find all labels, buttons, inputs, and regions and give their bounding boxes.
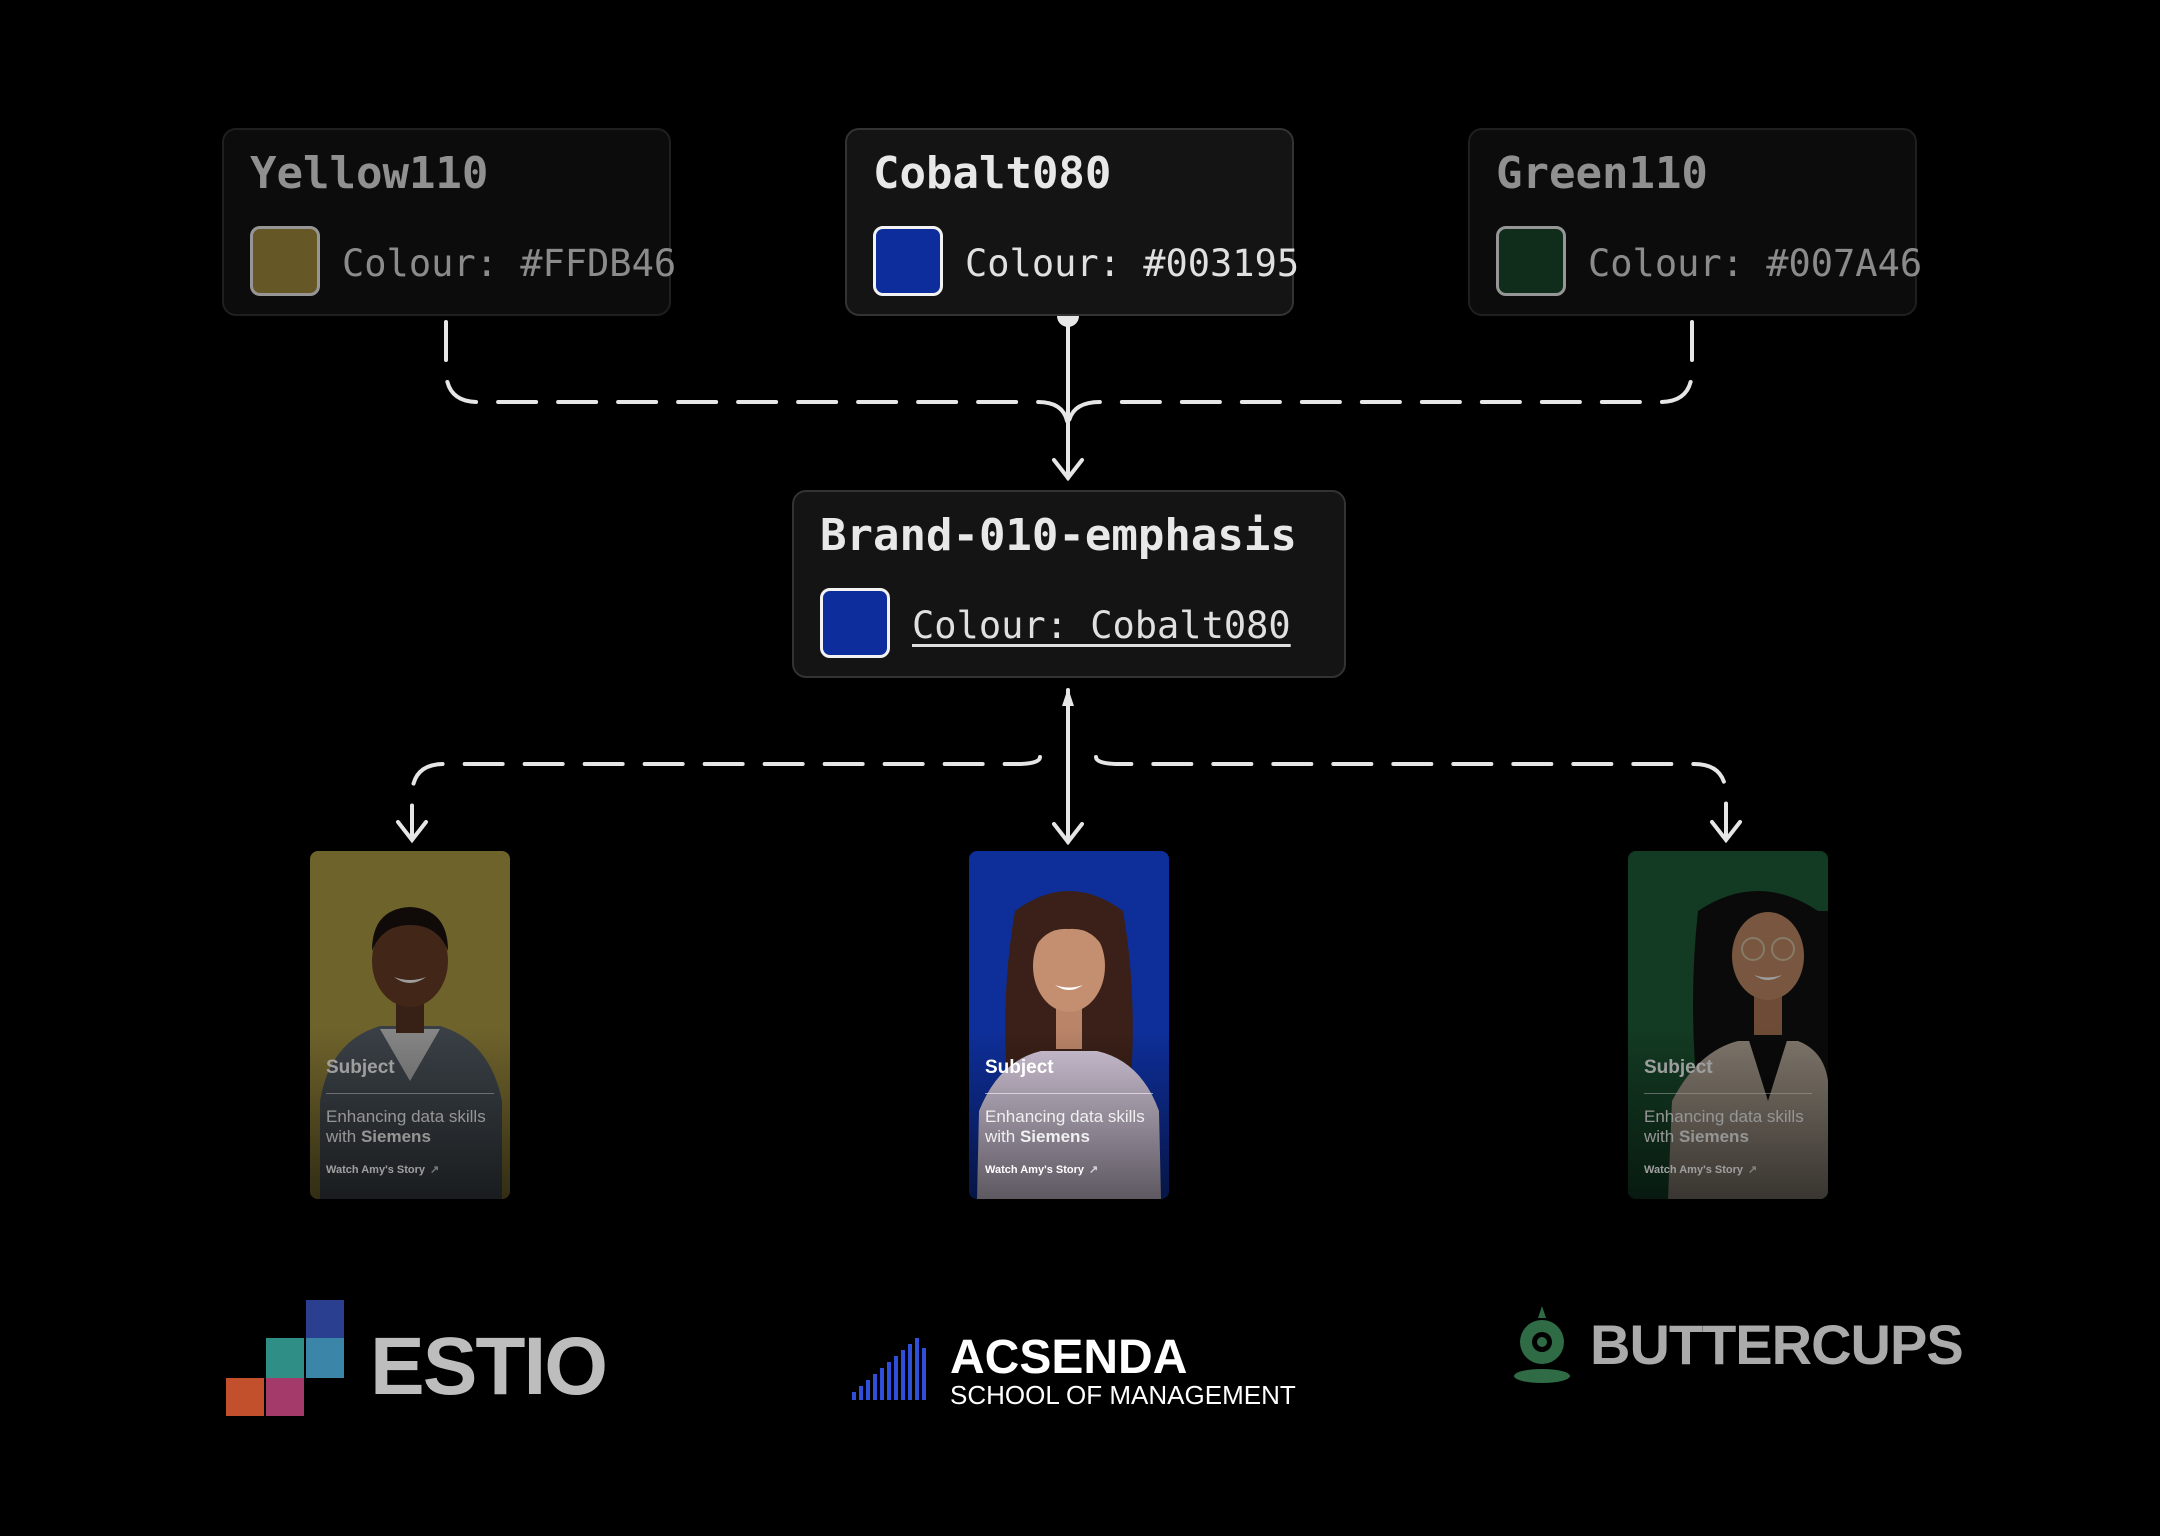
colour-value: Colour: #003195 [965, 242, 1300, 285]
card-subject: Subject [1644, 1057, 1713, 1078]
external-link-icon: ↗ [1089, 1164, 1099, 1176]
dashed-connector-left-card [410, 755, 1042, 840]
token-title: Brand-010-emphasis [820, 510, 1297, 561]
colour-swatch [1496, 226, 1566, 296]
estio-wordmark: ESTIO [370, 1321, 608, 1412]
token-card-green110[interactable]: Green110 Colour: #007A46 [1468, 128, 1922, 316]
token-card-yellow110[interactable]: Yellow110 Colour: #FFDB46 [222, 128, 676, 316]
acsenda-wordmark: ACSENDA [950, 1331, 1188, 1384]
card-divider [985, 1093, 1153, 1094]
colour-value: Colour: #FFDB46 [342, 242, 677, 285]
estio-logo: ESTIO [226, 1300, 608, 1420]
card-description: Enhancing data skills with Siemens [326, 1107, 486, 1146]
external-link-icon: ↗ [1748, 1164, 1758, 1176]
card-divider [1644, 1093, 1812, 1094]
token-title: Green110 [1496, 148, 1708, 199]
colour-swatch [873, 226, 943, 296]
card-divider [326, 1093, 494, 1094]
profile-card-green[interactable]: Subject Enhancing data skills with Sieme… [1628, 851, 1828, 1199]
acsenda-logo: ACSENDA SCHOOL OF MANAGEMENT [850, 1330, 1300, 1410]
connector-start-arrow [1062, 688, 1074, 706]
card-description: Enhancing data skills with Siemens [1644, 1107, 1804, 1146]
colour-value: Colour: #007A46 [1588, 242, 1923, 285]
profile-card-yellow[interactable]: Subject Enhancing data skills with Sieme… [310, 851, 510, 1199]
card-description: Enhancing data skills with Siemens [985, 1107, 1145, 1146]
token-title: Cobalt080 [873, 148, 1112, 199]
acsenda-logo-mark [852, 1338, 926, 1400]
estio-logo-mark [226, 1300, 344, 1416]
profile-card-cobalt[interactable]: Subject Enhancing data skills with Sieme… [969, 851, 1169, 1199]
watch-story-link[interactable]: Watch Amy's Story ↗ [985, 1163, 1098, 1176]
colour-swatch [820, 588, 890, 658]
buttercups-logo-mark [1514, 1306, 1570, 1383]
card-subject: Subject [326, 1057, 395, 1078]
dashed-connector-green [1066, 320, 1694, 432]
buttercups-logo: BUTTERCUPS [1510, 1300, 1964, 1390]
external-link-icon: ↗ [430, 1164, 440, 1176]
token-title: Yellow110 [250, 148, 489, 199]
dashed-connector-right-card [1094, 755, 1728, 840]
watch-story-link[interactable]: Watch Amy's Story ↗ [326, 1163, 439, 1176]
acsenda-subtitle: SCHOOL OF MANAGEMENT [950, 1380, 1296, 1410]
colour-swatch [250, 226, 320, 296]
token-card-brand-010-emphasis[interactable]: Brand-010-emphasis Colour: Cobalt080 [792, 490, 1346, 678]
token-card-cobalt080[interactable]: Cobalt080 Colour: #003195 [845, 128, 1299, 316]
buttercups-wordmark: BUTTERCUPS [1590, 1313, 1964, 1376]
dashed-connector-yellow [444, 320, 1070, 432]
card-subject: Subject [985, 1057, 1054, 1078]
colour-reference-link[interactable]: Colour: Cobalt080 [912, 604, 1291, 647]
watch-story-link[interactable]: Watch Amy's Story ↗ [1644, 1163, 1757, 1176]
